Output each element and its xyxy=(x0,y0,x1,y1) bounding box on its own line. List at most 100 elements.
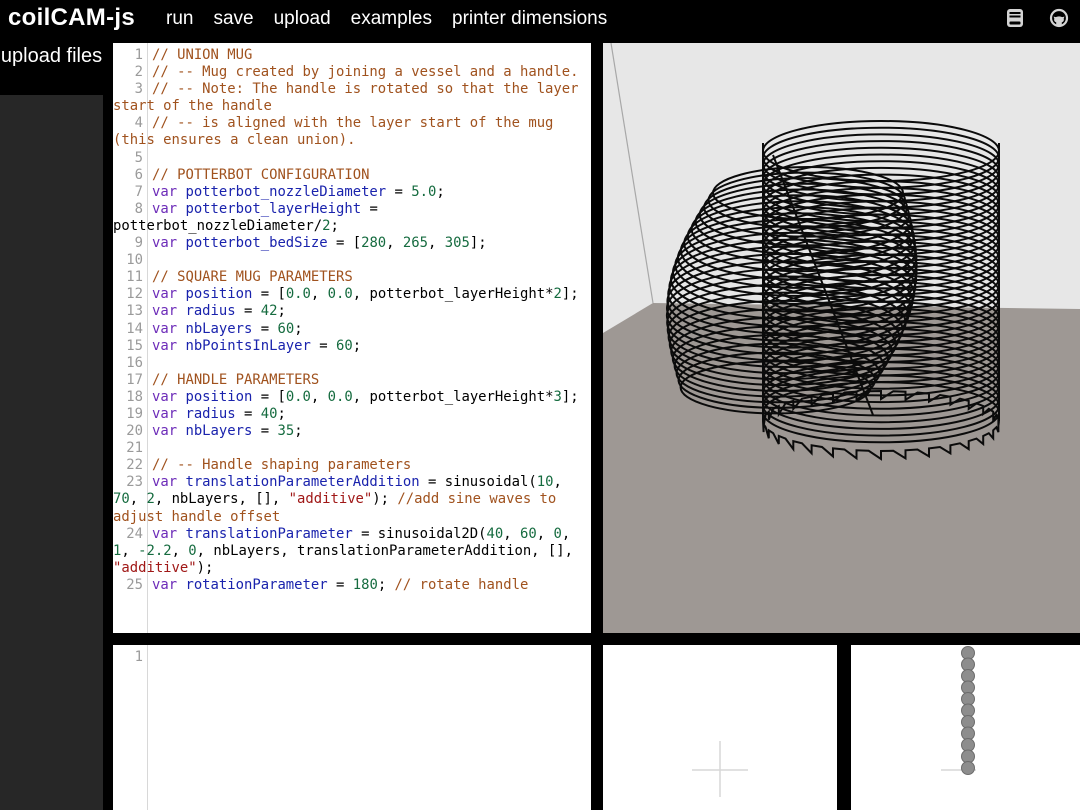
line-number: 4 xyxy=(134,115,143,132)
code-token: 0.0 xyxy=(285,286,311,303)
upload-button[interactable]: upload xyxy=(274,8,331,29)
code-token: 180 xyxy=(352,576,378,593)
line-number: 13 xyxy=(126,303,143,320)
code-text: var translationParameter = sinusoidal2D(… xyxy=(113,526,581,576)
code-token: 40 xyxy=(486,525,504,542)
body-coil-ring xyxy=(762,120,1000,182)
line-number: 1 xyxy=(134,47,143,63)
code-line: 2 // -- Mug created by joining a vessel a… xyxy=(113,64,591,81)
layer-profile-render xyxy=(941,646,976,775)
code-line: 8 var potterbot_layerHeight = potterbot_n… xyxy=(113,201,591,235)
code-line: 21​ xyxy=(113,440,591,457)
code-line: 25 var rotationParameter = 180; // rotate… xyxy=(113,577,591,594)
body-coil-ring xyxy=(762,133,1000,196)
code-token: , xyxy=(129,491,147,508)
code-line: 5​ xyxy=(113,150,591,167)
top-bar: coilCAM-js run save upload examples printer … xyxy=(0,0,1080,40)
code-token: 5.0 xyxy=(411,183,437,200)
line-number: 16 xyxy=(126,354,143,371)
run-button[interactable]: run xyxy=(166,8,193,29)
code-token: ); xyxy=(372,491,398,508)
code-token: translationParameterAddition xyxy=(185,474,420,491)
code-token: rotationParameter xyxy=(185,576,328,593)
code-token: "additive" xyxy=(288,491,373,508)
line-number: 12 xyxy=(126,286,143,303)
code-token: "additive" xyxy=(113,559,197,576)
code-token: position xyxy=(185,388,253,405)
code-line: 17 // HANDLE PARAMETERS xyxy=(113,372,591,389)
code-token: = xyxy=(235,405,261,422)
code-token: 60 xyxy=(520,525,537,542)
code-token: 0.0 xyxy=(327,286,353,303)
code-line: 19 var radius = 40; xyxy=(113,406,591,423)
app-title: coilCAM-js xyxy=(8,4,136,31)
upload-files-button[interactable]: upload files xyxy=(0,40,103,95)
code-token: = [ xyxy=(327,235,362,252)
body-coil-ring xyxy=(762,126,1000,189)
code-token: var xyxy=(152,423,186,440)
code-token: , xyxy=(553,474,571,491)
code-token: 0.0 xyxy=(327,388,353,405)
code-token: 40 xyxy=(260,405,278,422)
code-token: = xyxy=(252,320,278,337)
line-number: 21 xyxy=(126,440,143,457)
code-token: var xyxy=(152,183,186,200)
code-token: var xyxy=(152,286,186,303)
code-token: var xyxy=(152,235,186,252)
code-token: , xyxy=(536,525,554,542)
code-line: 14 var nbLayers = 60; xyxy=(113,321,591,338)
code-token: 60 xyxy=(277,320,295,337)
code-token: , nbLayers, translationParameterAddition… xyxy=(196,542,582,559)
line-number: 14 xyxy=(126,320,143,337)
code-token: = [ xyxy=(252,388,286,405)
code-editor[interactable]: 1 // UNION MUG 2 // -- Mug created by joini… xyxy=(113,43,591,633)
code-token: 0 xyxy=(188,542,197,559)
printer-dimensions-button[interactable]: printer dimensions xyxy=(452,8,607,29)
code-token: = [ xyxy=(252,286,286,303)
line-number: 17 xyxy=(126,371,143,388)
code-token: 2 xyxy=(146,491,155,508)
code-line: 16​ xyxy=(113,355,591,372)
code-token: ; xyxy=(277,405,286,422)
book-icon[interactable] xyxy=(1005,8,1025,28)
code-token: // HANDLE PARAMETERS xyxy=(152,371,320,388)
code-token: 3 xyxy=(553,388,562,405)
code-text: var position = [0.0, 0.0, potterbot_laye… xyxy=(152,286,579,302)
coil-bead-column xyxy=(961,646,975,775)
code-token: radius xyxy=(185,303,236,320)
line-number: 6 xyxy=(134,166,143,183)
code-token: var xyxy=(152,525,186,542)
code-token: potterbot_bedSize xyxy=(185,235,328,252)
secondary-code-editor[interactable]: 1 ​ xyxy=(113,645,591,810)
code-text: // -- Handle shaping parameters xyxy=(152,457,411,473)
line-number: 23 xyxy=(126,474,143,491)
layer-viewport[interactable] xyxy=(851,645,1080,810)
code-token: , potterbot_layerHeight* xyxy=(352,286,554,303)
code-line: 7 var potterbot_nozzleDiameter = 5.0; xyxy=(113,184,591,201)
3d-viewport[interactable] xyxy=(603,43,1080,633)
code-line: 1 ​ xyxy=(113,649,591,666)
save-button[interactable]: save xyxy=(213,8,253,29)
line-number: 5 xyxy=(134,149,143,166)
code-token: potterbot_layerHeight xyxy=(185,200,362,217)
code-token: 60 xyxy=(336,337,353,354)
code-token: , xyxy=(310,388,328,405)
code-token: ; xyxy=(377,576,395,593)
code-token: ; xyxy=(277,303,286,320)
github-icon[interactable] xyxy=(1049,8,1069,28)
code-token: 35 xyxy=(277,423,295,440)
code-token: // POTTERBOT CONFIGURATION xyxy=(152,166,370,183)
code-line: 22 // -- Handle shaping parameters xyxy=(113,457,591,474)
code-token: var xyxy=(152,576,186,593)
profile-viewport[interactable] xyxy=(603,645,837,810)
code-token: , xyxy=(121,542,139,559)
code-token: var xyxy=(152,388,186,405)
code-text: var radius = 42; xyxy=(152,303,286,319)
code-text: // -- Note: The handle is rotated so tha… xyxy=(113,81,587,114)
code-token: , xyxy=(428,235,445,252)
code-text: var rotationParameter = 180; // rotate h… xyxy=(152,577,528,593)
code-text: var position = [0.0, 0.0, potterbot_laye… xyxy=(152,389,579,405)
code-line: 24 var translationParameter = sinusoidal2… xyxy=(113,526,591,577)
examples-button[interactable]: examples xyxy=(351,8,432,29)
code-token: position xyxy=(185,286,253,303)
